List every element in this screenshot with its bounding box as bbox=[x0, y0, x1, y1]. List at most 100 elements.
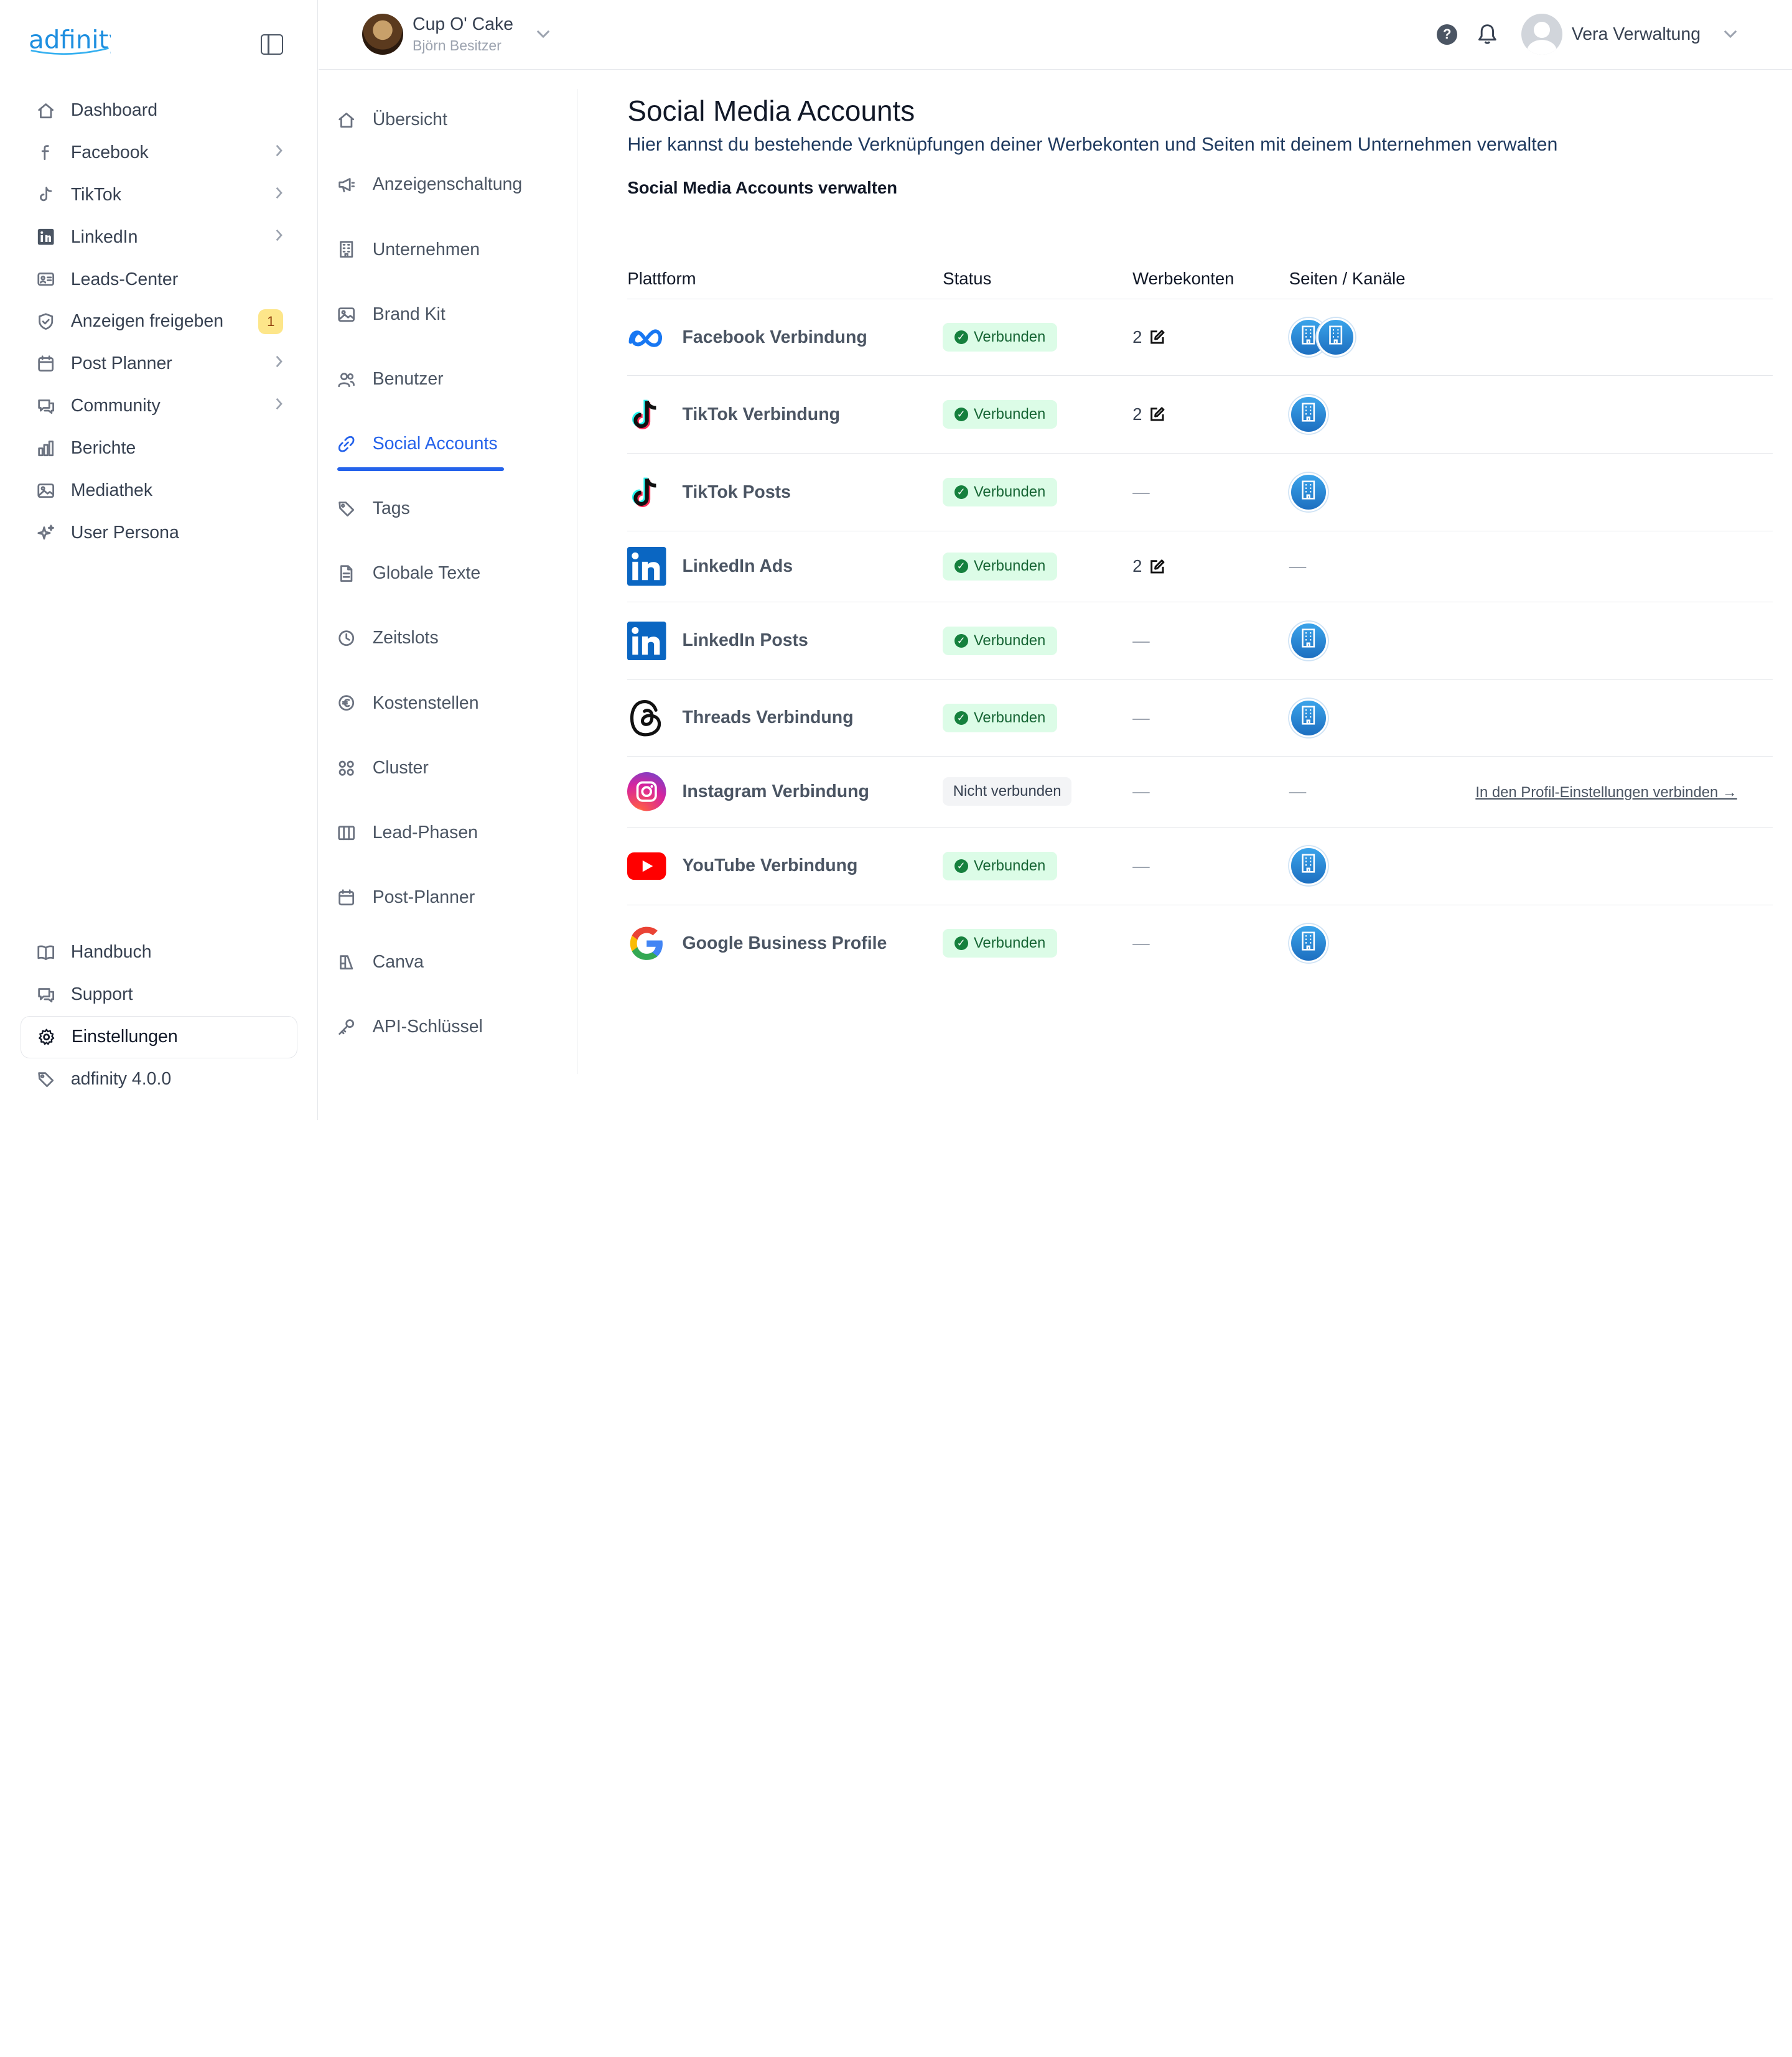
sidebar-item-leads-center[interactable]: Leads-Center bbox=[21, 258, 297, 301]
sidebar-item-user-persona[interactable]: User Persona bbox=[21, 512, 297, 554]
company-name: Cup O' Cake bbox=[413, 14, 514, 35]
chevron-down-icon[interactable] bbox=[1724, 26, 1737, 44]
edit-icon[interactable] bbox=[1149, 559, 1165, 575]
meta-icon bbox=[627, 318, 666, 357]
edit-icon[interactable] bbox=[1149, 406, 1165, 422]
page-avatar[interactable] bbox=[1289, 923, 1328, 963]
sidebar-item-dashboard[interactable]: Dashboard bbox=[21, 89, 297, 131]
werbekonten-empty: — bbox=[1132, 630, 1150, 650]
sidebar-item-adfinity-4-0-0[interactable]: adfinity 4.0.0 bbox=[21, 1058, 297, 1101]
page-avatar[interactable] bbox=[1289, 394, 1328, 434]
settings-nav-globale-texte[interactable]: Globale Texte bbox=[337, 563, 480, 584]
status-badge: ✓ Verbunden bbox=[943, 851, 1057, 880]
platform-name: Google Business Profile bbox=[682, 933, 887, 953]
platform-name: Facebook Verbindung bbox=[682, 327, 867, 347]
status-badge: ✓ Verbunden bbox=[943, 929, 1057, 958]
adfinity-logo[interactable]: adfinity bbox=[29, 23, 123, 62]
sidebar-item-handbuch[interactable]: Handbuch bbox=[21, 931, 297, 974]
settings-nav-brand-kit[interactable]: Brand Kit bbox=[337, 304, 446, 325]
linkedin-icon bbox=[627, 547, 666, 586]
building-icon bbox=[1299, 931, 1317, 956]
link-icon bbox=[337, 435, 355, 453]
sidebar-item-anzeigen-freigeben[interactable]: Anzeigen freigeben 1 bbox=[21, 301, 297, 343]
sidebar-item-label: Leads-Center bbox=[70, 269, 179, 289]
sidebar-item-berichte[interactable]: Berichte bbox=[21, 427, 297, 470]
page-avatar[interactable] bbox=[1289, 846, 1328, 885]
sidebar-collapse-button[interactable] bbox=[260, 34, 284, 55]
help-icon[interactable]: ? bbox=[1437, 24, 1458, 45]
settings-nav-benutzer[interactable]: Benutzer bbox=[337, 369, 444, 389]
sidebar-item-linkedin[interactable]: LinkedIn bbox=[21, 216, 297, 258]
building-icon bbox=[337, 240, 355, 258]
settings-nav-unternehmen[interactable]: Unternehmen bbox=[337, 240, 480, 260]
settings-nav-tags[interactable]: Tags bbox=[337, 498, 410, 519]
status-badge: ✓ Verbunden bbox=[943, 552, 1057, 581]
clock-icon bbox=[337, 629, 355, 647]
sidebar-item-label: adfinity 4.0.0 bbox=[70, 1069, 172, 1089]
settings-nav-post-planner[interactable]: Post-Planner bbox=[337, 887, 475, 908]
topbar: Cup O' Cake Björn Besitzer ? Vera Verwal… bbox=[319, 0, 1792, 70]
page-avatar[interactable] bbox=[1289, 621, 1328, 661]
settings-nav-label: Kostenstellen bbox=[372, 693, 479, 713]
home-icon bbox=[337, 111, 355, 129]
platform-name: Threads Verbindung bbox=[682, 707, 854, 728]
sidebar-item-label: Einstellungen bbox=[71, 1027, 178, 1047]
table-row: LinkedIn Posts ✓ Verbunden — bbox=[627, 602, 1773, 680]
check-circle-icon: ✓ bbox=[954, 408, 968, 422]
bottom-nav: Handbuch Support Einstellungen adfinity … bbox=[21, 931, 297, 1101]
platform-name: Instagram Verbindung bbox=[682, 781, 869, 801]
check-circle-icon: ✓ bbox=[954, 330, 968, 345]
platform-name: TikTok Verbindung bbox=[682, 404, 840, 424]
werbekonten-count: 2 bbox=[1132, 556, 1142, 576]
user-name[interactable]: Vera Verwaltung bbox=[1572, 24, 1701, 45]
sidebar-item-mediathek[interactable]: Mediathek bbox=[21, 470, 297, 512]
sidebar-item-community[interactable]: Community bbox=[21, 385, 297, 427]
building-icon bbox=[1299, 402, 1317, 427]
header-seiten: Seiten / Kanäle bbox=[1289, 268, 1406, 288]
platform-name: TikTok Posts bbox=[682, 482, 791, 502]
sidebar-item-label: Handbuch bbox=[70, 942, 152, 963]
settings-nav-kostenstellen[interactable]: Kostenstellen bbox=[337, 693, 479, 714]
document-icon bbox=[337, 564, 355, 582]
platform-name: LinkedIn Posts bbox=[682, 630, 808, 651]
edit-icon[interactable] bbox=[1149, 329, 1165, 345]
settings-nav-api-schlussel[interactable]: API-Schlüssel bbox=[337, 1017, 483, 1037]
connect-profile-link[interactable]: In den Profil-Einstellungen verbinden → bbox=[1475, 784, 1737, 801]
header-werbekonten: Werbekonten bbox=[1132, 268, 1234, 288]
status-badge: ✓ Verbunden bbox=[943, 626, 1057, 655]
pending-count-badge: 1 bbox=[258, 309, 284, 335]
settings-nav-cluster[interactable]: Cluster bbox=[337, 758, 429, 778]
page-avatar[interactable] bbox=[1316, 318, 1356, 357]
user-avatar[interactable] bbox=[1521, 14, 1563, 55]
sidebar-item-label: Post Planner bbox=[70, 353, 172, 374]
settings-nav-label: API-Schlüssel bbox=[372, 1017, 483, 1037]
settings-nav-canva[interactable]: Canva bbox=[337, 952, 424, 973]
settings-nav-anzeigenschaltung[interactable]: Anzeigenschaltung bbox=[337, 174, 522, 195]
settings-nav-ubersicht[interactable]: Übersicht bbox=[337, 110, 447, 130]
settings-nav-label: Canva bbox=[372, 952, 424, 973]
sidebar-item-post-planner[interactable]: Post Planner bbox=[21, 343, 297, 385]
settings-nav-social-accounts[interactable]: Social Accounts bbox=[337, 434, 498, 454]
page-title: Social Media Accounts bbox=[627, 94, 915, 127]
settings-nav-zeitslots[interactable]: Zeitslots bbox=[337, 628, 439, 648]
settings-nav-lead-phasen[interactable]: Lead-Phasen bbox=[337, 823, 478, 843]
werbekonten-empty: — bbox=[1132, 482, 1150, 502]
facebook-icon bbox=[37, 143, 55, 161]
sidebar: adfinity Dashboard Facebook TikTok Linke… bbox=[0, 0, 318, 1120]
page-avatar[interactable] bbox=[1289, 698, 1328, 738]
status-badge: Nicht verbunden bbox=[943, 777, 1072, 806]
grid-icon bbox=[337, 759, 355, 777]
main-nav: Dashboard Facebook TikTok LinkedIn Leads… bbox=[21, 89, 297, 554]
sidebar-item-einstellungen[interactable]: Einstellungen bbox=[21, 1015, 297, 1058]
table-row: LinkedIn Ads ✓ Verbunden 2 — bbox=[627, 531, 1773, 602]
canva-icon bbox=[337, 953, 355, 971]
sidebar-item-facebook[interactable]: Facebook bbox=[21, 131, 297, 174]
sidebar-item-tiktok[interactable]: TikTok bbox=[21, 174, 297, 216]
sidebar-item-support[interactable]: Support bbox=[21, 974, 297, 1016]
settings-nav: Übersicht Anzeigenschaltung Unternehmen … bbox=[319, 89, 577, 1075]
company-switcher[interactable]: Cup O' Cake Björn Besitzer bbox=[362, 14, 550, 55]
page-avatar[interactable] bbox=[1289, 472, 1328, 512]
sidebar-item-label: Dashboard bbox=[70, 100, 158, 120]
bell-icon[interactable] bbox=[1476, 23, 1499, 46]
columns-icon bbox=[337, 824, 355, 842]
